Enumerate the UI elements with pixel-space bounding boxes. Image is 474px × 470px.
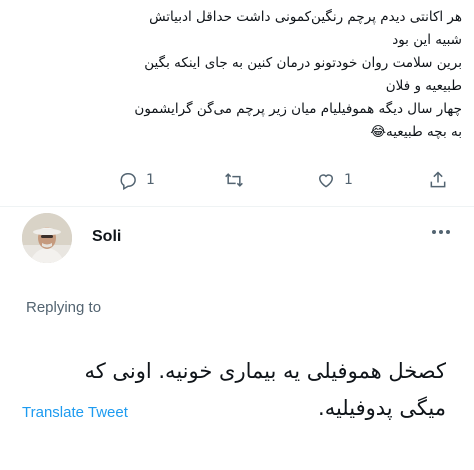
like-count: 1 xyxy=(344,172,353,188)
previous-tweet-text: هر اکانتی دیدم پرچم رنگین‌کمونی داشت حدا… xyxy=(50,6,462,144)
more-dot xyxy=(446,230,450,234)
share-icon xyxy=(430,171,446,188)
retweet-button[interactable] xyxy=(224,170,244,190)
previous-tweet-line: چهار سال دیگه هموفیلیام میان زیر پرچم می… xyxy=(134,101,462,117)
more-dot xyxy=(439,230,443,234)
translate-tweet-link[interactable]: Translate Tweet xyxy=(22,404,128,421)
reply-count: 1 xyxy=(146,172,155,188)
tweet-action-bar: 1 1 xyxy=(0,170,474,196)
reply-button[interactable]: 1 xyxy=(118,170,155,190)
author-name[interactable]: Soli xyxy=(92,228,121,246)
like-button[interactable]: 1 xyxy=(316,170,353,190)
more-options-icon[interactable] xyxy=(432,230,450,234)
replying-to-label: Replying to xyxy=(26,299,102,316)
previous-tweet-line: به بچه طبیعیه😂 xyxy=(370,124,462,140)
previous-tweet-line: طبیعیه و فلان xyxy=(385,78,462,94)
divider xyxy=(0,206,474,207)
more-dot xyxy=(432,230,436,234)
reply-icon xyxy=(120,173,136,190)
avatar[interactable] xyxy=(22,213,72,263)
retweet-icon xyxy=(225,173,243,187)
previous-tweet-line: شبیه این بود xyxy=(392,32,462,48)
reply-tweet-line: کصخل هموفیلی یه بیماری خونیه. اونی که xyxy=(84,359,446,383)
avatar-photo xyxy=(22,213,72,263)
share-button[interactable] xyxy=(428,170,448,190)
previous-tweet-line: هر اکانتی دیدم پرچم رنگین‌کمونی داشت حدا… xyxy=(149,9,462,25)
previous-tweet-line: برین سلامت روان خودتونو درمان کنین به جا… xyxy=(144,55,462,71)
like-icon xyxy=(318,174,334,188)
